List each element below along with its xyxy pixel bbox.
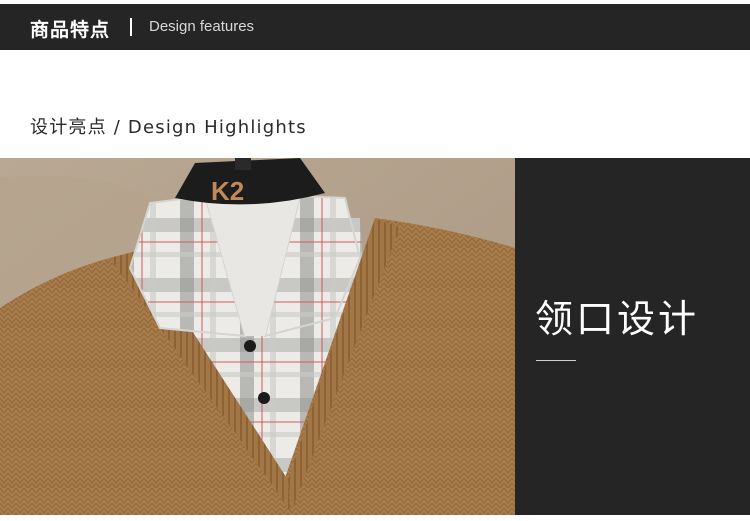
header-title-en: Design features bbox=[149, 18, 255, 35]
collar-illustration: K2 bbox=[0, 158, 515, 515]
hanger-logo: K2 bbox=[211, 176, 244, 206]
feature-divider bbox=[536, 360, 576, 361]
header-title-cn: 商品特点 bbox=[30, 19, 111, 41]
feature-panel: 领口设计 bbox=[515, 158, 750, 515]
product-photo: K2 bbox=[0, 158, 515, 515]
section-title: 设计亮点 / Design Highlights bbox=[30, 117, 307, 138]
bottom-strip bbox=[0, 515, 750, 521]
feature-title: 领口设计 bbox=[535, 297, 700, 341]
header-separator bbox=[130, 18, 132, 36]
header-bar: 商品特点 Design features bbox=[0, 4, 750, 50]
